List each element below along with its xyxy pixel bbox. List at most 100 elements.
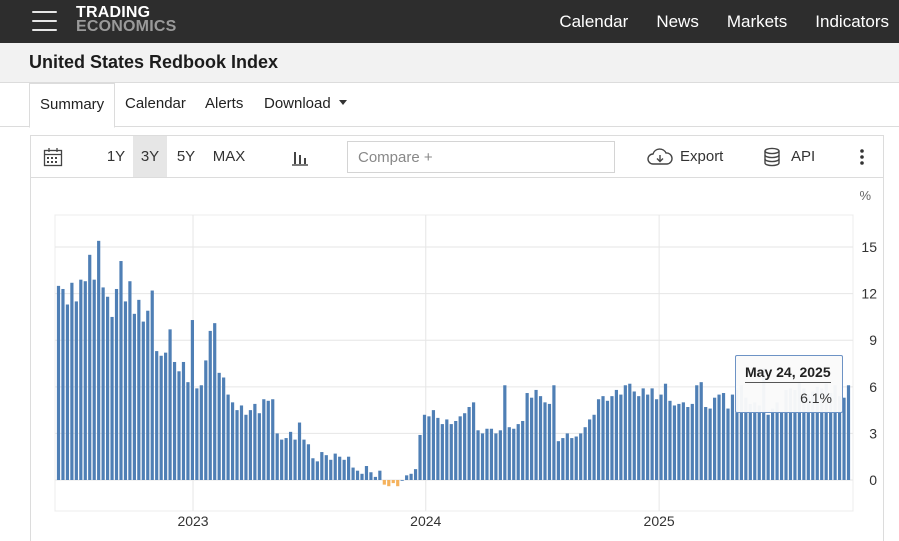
bar <box>646 394 650 480</box>
bar <box>159 355 163 480</box>
bar <box>284 438 288 480</box>
export-button[interactable]: Export <box>680 136 723 177</box>
api-button[interactable]: API <box>791 136 815 177</box>
bar <box>427 416 431 480</box>
bar <box>311 458 315 480</box>
tab-calendar[interactable]: Calendar <box>125 83 186 127</box>
bar <box>396 480 400 487</box>
bar <box>373 476 377 480</box>
bar <box>239 405 244 480</box>
bar <box>266 400 270 480</box>
bar <box>574 436 578 480</box>
nav-calendar-link[interactable]: Calendar <box>559 12 628 32</box>
bar <box>623 385 627 480</box>
bar <box>588 419 592 480</box>
range-3y-button[interactable]: 3Y <box>133 136 167 177</box>
database-icon[interactable] <box>763 147 781 167</box>
y-tick-label: 9 <box>869 332 877 348</box>
bar <box>74 301 78 480</box>
bar <box>306 444 311 480</box>
bar <box>516 424 520 480</box>
nav-news-link[interactable]: News <box>656 12 699 32</box>
bar <box>257 413 261 480</box>
bar <box>538 396 543 480</box>
bar <box>222 377 226 480</box>
bar <box>601 396 605 480</box>
bar <box>641 388 645 480</box>
bar <box>150 290 154 480</box>
bar <box>97 240 101 480</box>
bar <box>681 402 685 480</box>
y-tick-label: 6 <box>869 379 877 395</box>
bar <box>766 414 770 480</box>
bar <box>137 299 141 480</box>
bar <box>668 400 672 480</box>
bar <box>650 388 654 480</box>
bar <box>83 281 87 480</box>
chevron-down-icon <box>338 99 347 105</box>
nav-markets-link[interactable]: Markets <box>727 12 787 32</box>
bar <box>632 391 636 480</box>
bar <box>695 385 699 480</box>
bar <box>119 261 123 480</box>
bar <box>114 288 119 480</box>
tab-summary[interactable]: Summary <box>29 83 116 128</box>
bar <box>70 282 74 480</box>
bar <box>360 473 364 480</box>
bar <box>489 428 494 480</box>
bar <box>172 361 177 480</box>
bar <box>534 389 538 480</box>
bar <box>208 330 212 480</box>
bar <box>449 424 453 480</box>
top-nav-links: Calendar News Markets Indicators <box>531 0 889 43</box>
top-navigation-bar: TRADING ECONOMICS Calendar News Markets … <box>0 0 899 43</box>
bar <box>271 399 275 480</box>
compare-input[interactable] <box>347 141 615 173</box>
bar <box>177 371 181 480</box>
y-tick-label: 3 <box>869 425 877 441</box>
range-1y-button[interactable]: 1Y <box>99 136 133 177</box>
chart-toolbar: 1Y 3Y 5Y MAX Export API <box>30 135 884 178</box>
bar <box>204 360 208 480</box>
chart-type-icon[interactable] <box>291 148 309 166</box>
y-tick-label: 12 <box>861 286 877 302</box>
calendar-icon[interactable] <box>43 147 63 167</box>
bar <box>56 285 61 481</box>
bar <box>364 466 369 480</box>
nav-indicators-link[interactable]: Indicators <box>815 12 889 32</box>
hamburger-menu-icon[interactable] <box>32 11 57 31</box>
cloud-download-icon[interactable] <box>647 147 673 167</box>
range-max-button[interactable]: MAX <box>207 136 251 177</box>
bar <box>547 403 552 480</box>
bar <box>186 382 190 480</box>
bar <box>199 385 203 480</box>
bar <box>467 407 471 480</box>
bar <box>230 402 235 480</box>
bar <box>213 323 217 480</box>
bar <box>458 416 462 480</box>
bar <box>217 372 221 480</box>
bar <box>672 405 677 480</box>
bar <box>248 410 253 480</box>
bar <box>128 281 132 480</box>
bar <box>302 439 306 480</box>
x-tick-label: 2025 <box>644 513 675 529</box>
bar <box>494 433 498 480</box>
bar <box>101 287 105 480</box>
tab-alerts[interactable]: Alerts <box>205 83 243 127</box>
bar <box>779 411 784 480</box>
bar <box>275 433 279 480</box>
bar <box>253 403 257 480</box>
bar <box>164 352 168 480</box>
bar <box>92 279 96 480</box>
range-5y-button[interactable]: 5Y <box>169 136 203 177</box>
bar <box>369 472 373 480</box>
bar <box>708 408 712 480</box>
tab-download-label: Download <box>264 95 331 112</box>
more-options-icon[interactable] <box>859 149 865 165</box>
bar <box>338 456 342 480</box>
bar <box>329 459 333 480</box>
trading-economics-logo[interactable]: TRADING ECONOMICS <box>76 5 176 35</box>
tab-download[interactable]: Download <box>264 83 347 127</box>
bar <box>400 480 404 481</box>
